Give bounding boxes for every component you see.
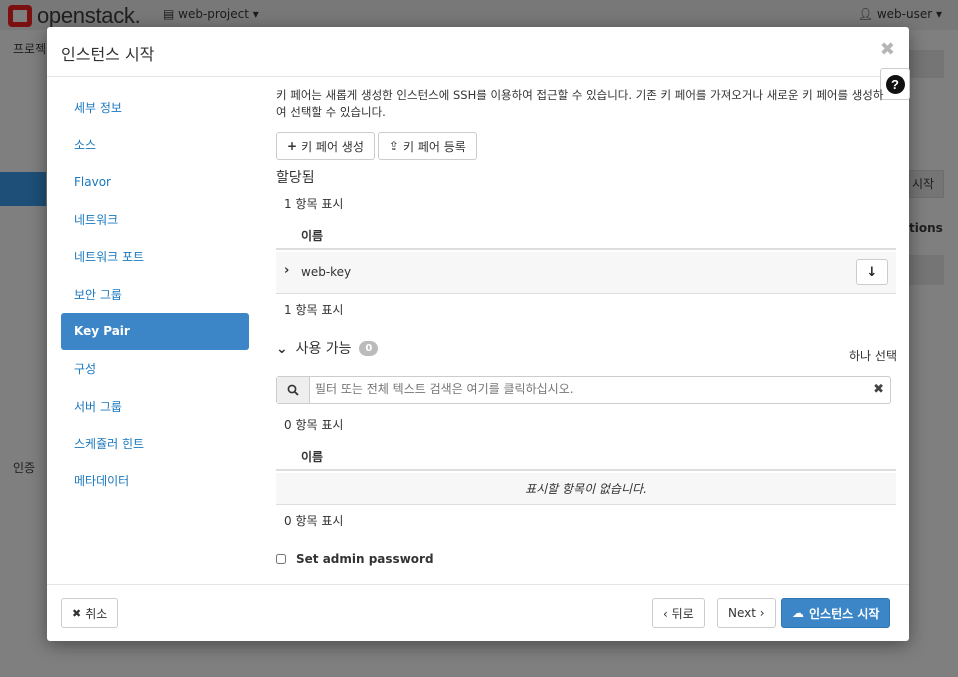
clear-search-icon[interactable]: ✖ — [873, 382, 884, 397]
top-navbar: openstack. ▤ web-project ▾ 👤︎ web-user ▾ — [0, 0, 958, 30]
modal-title: 인스턴스 시작 — [61, 45, 155, 64]
bg-launch-text: 시작 — [912, 177, 935, 191]
admin-password-label: Set admin password — [296, 552, 434, 566]
search-icon — [287, 384, 299, 396]
nav-item-network-ports[interactable]: 네트워크 포트 — [61, 238, 249, 275]
cancel-label: 취소 — [85, 606, 108, 621]
available-table-header: 이름 — [276, 439, 896, 471]
nav-item-details[interactable]: 세부 정보 — [61, 89, 249, 126]
launch-instance-label: 인스턴스 시작 — [809, 606, 880, 621]
upload-icon: ⇪ — [388, 139, 399, 153]
available-count-top: 0 항목 표시 — [284, 418, 344, 432]
cloud-upload-icon: ☁ — [792, 606, 804, 620]
bg-block — [909, 255, 944, 285]
admin-password-checkbox[interactable] — [276, 554, 286, 564]
set-admin-password[interactable]: Set admin password — [276, 552, 434, 566]
nav-item-flavor[interactable]: Flavor — [61, 164, 249, 201]
user-menu[interactable]: 👤︎ web-user ▾ — [858, 7, 942, 21]
bg-actions-header: tions — [909, 221, 943, 235]
project-icon: ▤ — [163, 7, 179, 21]
close-icon: ✖ — [72, 606, 82, 620]
available-count-badge: 0 — [359, 341, 379, 356]
wizard-nav: 세부 정보 소스 Flavor 네트워크 네트워크 포트 보안 그룹 Key P… — [61, 89, 249, 499]
bg-sidebar-active — [0, 172, 46, 206]
nav-item-configuration[interactable]: 구성 — [61, 350, 249, 387]
allocated-title: 할당됨 — [276, 170, 315, 186]
nav-item-key-pair[interactable]: Key Pair — [61, 312, 249, 351]
project-selector[interactable]: ▤ web-project ▾ — [163, 7, 259, 21]
nav-item-source[interactable]: 소스 — [61, 126, 249, 163]
search-addon — [277, 377, 310, 403]
create-key-pair-label: 키 페어 생성 — [301, 139, 364, 154]
caret-down-icon: ▾ — [248, 7, 259, 21]
key-pair-name: web-key — [301, 265, 352, 279]
plus-icon: + — [287, 139, 298, 153]
available-title-toggle[interactable]: ⌄ 사용 가능 0 — [276, 338, 379, 358]
import-key-pair-button[interactable]: ⇪ 키 페어 등록 — [377, 132, 477, 160]
user-name: web-user — [876, 7, 933, 21]
user-icon: 👤︎ — [857, 7, 877, 21]
nav-item-security-groups[interactable]: 보안 그룹 — [61, 275, 249, 312]
launch-instance-button[interactable]: ☁ 인스턴스 시작 — [781, 598, 891, 628]
column-name-header: 이름 — [301, 229, 324, 243]
create-key-pair-button[interactable]: + 키 페어 생성 — [276, 132, 375, 160]
chevron-down-icon: ⌄ — [276, 341, 288, 357]
allocated-count-bottom: 1 항목 표시 — [284, 303, 344, 317]
key-pair-panel: 키 페어는 새롭게 생성한 인스턴스에 SSH를 이용하여 접근할 수 있습니다… — [276, 87, 897, 566]
search-input[interactable] — [315, 382, 855, 396]
close-icon[interactable]: ✖ — [880, 39, 895, 60]
column-name-header: 이름 — [301, 450, 324, 464]
nav-item-scheduler-hints[interactable]: 스케쥴러 힌트 — [61, 425, 249, 462]
modal-header: 인스턴스 시작 ✖ — [47, 27, 909, 77]
deallocate-button[interactable]: ↓ — [856, 259, 888, 285]
import-key-pair-label: 키 페어 등록 — [402, 139, 466, 154]
empty-table-row: 표시할 항목이 없습니다. — [276, 473, 896, 505]
openstack-logo[interactable]: openstack. — [8, 3, 141, 29]
caret-down-icon: ▾ — [932, 7, 942, 21]
bg-block — [909, 50, 944, 78]
launch-instance-modal: 인스턴스 시작 ✖ ? 세부 정보 소스 Flavor 네트워크 네트워크 포트… — [47, 27, 910, 641]
back-button[interactable]: ‹ 뒤로 — [652, 598, 705, 628]
available-count-bottom: 0 항목 표시 — [284, 514, 344, 528]
project-name: web-project — [178, 7, 249, 21]
bg-auth-label: 인증 — [13, 461, 36, 475]
chevron-right-icon[interactable]: › — [284, 263, 289, 278]
search-bar[interactable]: ✖ — [276, 376, 891, 404]
allocated-table-header: 이름 — [276, 218, 896, 250]
cancel-button[interactable]: ✖ 취소 — [61, 598, 119, 628]
allocated-count-top: 1 항목 표시 — [284, 197, 344, 211]
openstack-logo-icon — [8, 5, 32, 27]
next-button[interactable]: Next › — [717, 598, 776, 628]
modal-footer: ✖ 취소 ‹ 뒤로 Next › ☁ 인스턴스 시작 — [47, 584, 909, 641]
table-row[interactable]: › web-key ↓ — [276, 252, 896, 294]
key-pair-actions: + 키 페어 생성 ⇪ 키 페어 등록 — [276, 132, 477, 160]
arrow-down-icon: ↓ — [866, 264, 878, 280]
nav-item-networks[interactable]: 네트워크 — [61, 201, 249, 238]
available-title: 사용 가능 — [295, 341, 352, 357]
select-one-hint: 하나 선택 — [849, 349, 897, 363]
key-pair-description: 키 페어는 새롭게 생성한 인스턴스에 SSH를 이용하여 접근할 수 있습니다… — [276, 88, 884, 119]
brand-text: openstack. — [37, 3, 141, 28]
nav-item-metadata[interactable]: 메타데이터 — [61, 462, 249, 499]
bg-breadcrumb: 프로젝 — [13, 42, 47, 56]
nav-item-server-groups[interactable]: 서버 그룹 — [61, 387, 249, 424]
